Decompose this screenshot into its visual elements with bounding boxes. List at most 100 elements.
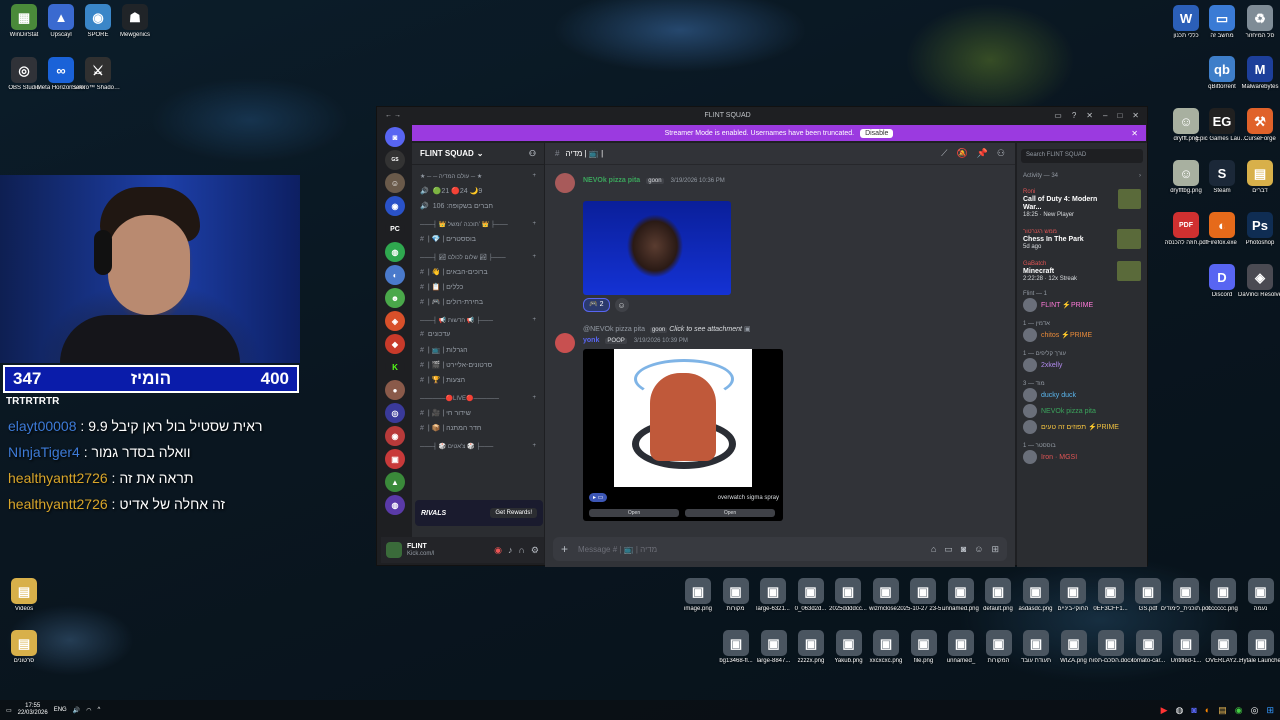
members-icon[interactable]: ⚇ xyxy=(997,148,1005,159)
gift-icon[interactable]: ⌂ xyxy=(931,544,936,555)
channel-item[interactable]: # עדכונים xyxy=(412,327,544,342)
message-image[interactable] xyxy=(583,201,731,295)
threads-icon[interactable]: ⟋ xyxy=(941,148,947,159)
server-icon[interactable]: ◍ xyxy=(385,495,405,515)
server-icon[interactable]: ◐ xyxy=(385,265,405,285)
desktop-icon[interactable]: M Malwarebytes xyxy=(1234,56,1280,91)
add-channel-icon[interactable]: + xyxy=(532,317,536,323)
message-avatar[interactable] xyxy=(555,333,575,353)
server-icon[interactable]: ◍ xyxy=(385,242,405,262)
clock[interactable]: 17:55 22/03/2026 xyxy=(18,703,48,717)
desktop-icon[interactable]: ▤ Videos xyxy=(0,578,50,613)
embed-control[interactable]: ▸ ▭ xyxy=(589,493,608,502)
channel-item[interactable]: # | 🎥 | שידור חי xyxy=(412,405,544,420)
steam-icon[interactable]: ◍ xyxy=(1175,705,1183,716)
channel-category[interactable]: ★ ─ ─ עולם המדיה ─ ★ + xyxy=(412,169,544,183)
add-channel-icon[interactable]: + xyxy=(532,221,536,227)
reaction-chip[interactable]: 🎮 2 xyxy=(583,298,610,312)
mic-icon[interactable]: ♪ xyxy=(508,545,513,556)
message-author[interactable]: NEVOk pizza pita xyxy=(583,177,640,184)
files-icon[interactable]: ▤ xyxy=(1218,705,1227,716)
search-input[interactable]: Search FLINT SQUAD xyxy=(1021,149,1143,163)
minimize-button[interactable]: – xyxy=(1103,111,1107,120)
channel-item[interactable]: # | 🏆 | הצעות xyxy=(412,372,544,387)
server-icon[interactable]: ◉ xyxy=(385,426,405,446)
desktop-icon[interactable]: ▤ סרטונים xyxy=(0,630,50,665)
server-header[interactable]: FLINT SQUAD ⌄ ⚇ xyxy=(412,143,544,165)
channel-category[interactable]: ───┤ 👑 תוכנה 'ומשל' 👑 ├─── + xyxy=(412,217,544,231)
server-icon[interactable]: ▲ xyxy=(385,472,405,492)
server-icon[interactable]: PC xyxy=(385,219,405,239)
desktop-icon[interactable]: ▣ Hytale Launcher xyxy=(1235,630,1280,665)
message-composer[interactable]: + Message # | 📺 | מדיה ⌂ ▭ ◙ ☺ ⊞ xyxy=(553,537,1007,561)
add-reaction-icon[interactable]: ☺ xyxy=(614,298,629,312)
server-icon[interactable]: ◉ xyxy=(385,196,405,216)
channel-item[interactable]: # | 📋 | כללים xyxy=(412,279,544,294)
member-item[interactable]: chitos ⚡PRIME xyxy=(1017,327,1147,343)
channel-category[interactable]: ───┤ 🎲 צ'אטים 🎲 ├─── + xyxy=(412,439,544,453)
sticker-icon[interactable]: ◙ xyxy=(961,544,966,555)
wifi-icon[interactable]: ◠ xyxy=(86,707,91,714)
reply-reference[interactable]: @NEVOk pizza pita goon Click to see atta… xyxy=(583,325,751,333)
channel-item[interactable]: # | 💎 | בוססטרים xyxy=(412,231,544,246)
rivals-promo-card[interactable]: RIVALS Get Rewards! xyxy=(415,500,543,526)
back-icon[interactable]: ← → xyxy=(385,112,401,119)
desktop-icon[interactable]: Ps Photoshop xyxy=(1234,212,1280,247)
channel-item[interactable]: # | 📦 | חדר המתנה xyxy=(412,420,544,435)
server-icon[interactable]: GS xyxy=(385,150,405,170)
activity-header[interactable]: Activity — 34 › xyxy=(1017,173,1147,179)
server-icon[interactable]: ◆ xyxy=(385,334,405,354)
desktop-icon[interactable]: ▤ דברים xyxy=(1234,160,1280,195)
add-channel-icon[interactable]: + xyxy=(532,254,536,260)
channel-item[interactable]: 🔊 🟢21 🔴24 🌙9 xyxy=(412,183,544,198)
channel-category[interactable]: ──────🔴LIVE🔴────── + xyxy=(412,391,544,405)
server-icon[interactable]: ☺ xyxy=(385,173,405,193)
channel-item[interactable]: # | 🎮 | בחירת-רולים xyxy=(412,294,544,309)
disable-button[interactable]: Disable xyxy=(860,128,894,138)
gear-icon[interactable]: ⚙ xyxy=(531,545,539,556)
pin-icon[interactable]: 📌 xyxy=(977,148,988,159)
channel-category[interactable]: ───┤ 📢 חדשות 📢 ├─── + xyxy=(412,313,544,327)
add-member-icon[interactable]: ⚇ xyxy=(529,149,536,158)
channel-item[interactable]: 🔊 חברים בשקופה: 106 xyxy=(412,198,544,213)
activity-item[interactable]: ממש רגנרטור Chess In The Park 5d ago xyxy=(1017,229,1147,251)
member-item[interactable]: 2xkelly xyxy=(1017,357,1147,373)
embed-image[interactable]: ▸ ▭ overwatch sigma spray Open Open xyxy=(583,349,783,521)
member-item[interactable]: תפוזים זה טעים ⚡PRIME xyxy=(1017,419,1147,435)
chevron-up-icon[interactable]: ^ xyxy=(97,707,100,713)
desktop-icon[interactable]: ◈ DaVinci Resolve xyxy=(1234,264,1280,299)
server-icon[interactable]: ◈ xyxy=(385,311,405,331)
desktop-icon[interactable]: ⚔ Sekiro™ Shadows D... xyxy=(72,57,124,92)
desktop-icon[interactable]: ♻ סל המיחזור xyxy=(1234,5,1280,40)
channel-item[interactable]: # | 👋 | ברוכים-הבאים xyxy=(412,264,544,279)
add-channel-icon[interactable]: + xyxy=(532,395,536,401)
member-item[interactable]: FLINT ⚡PRIME xyxy=(1017,297,1147,313)
windows-icon[interactable]: ⊞ xyxy=(1266,705,1274,716)
chrome-icon[interactable]: ◉ xyxy=(1235,705,1243,716)
desktop-icon[interactable]: ☗ Mewgenics xyxy=(109,4,161,39)
obs-icon[interactable]: ◎ xyxy=(1251,705,1259,716)
help-icon[interactable]: ? xyxy=(1072,111,1076,120)
home-server-icon[interactable]: ◙ xyxy=(385,127,405,147)
discord-icon[interactable]: ◙ xyxy=(1191,705,1196,716)
banner-close-icon[interactable]: ✕ xyxy=(1131,129,1138,138)
language-indicator[interactable]: ENG xyxy=(54,707,67,713)
member-item[interactable]: Iron · MGSI xyxy=(1017,449,1147,465)
close-button[interactable]: ✕ xyxy=(1132,111,1139,120)
desktop-icon[interactable]: ⚒ CurseForge xyxy=(1234,108,1280,143)
embed-button[interactable]: Open xyxy=(589,509,679,517)
channel-item[interactable]: # | 🎬 | סרטונים-אליירט xyxy=(412,357,544,372)
gif-icon[interactable]: ▭ xyxy=(944,544,953,555)
server-icon[interactable]: ● xyxy=(385,380,405,400)
get-rewards-button[interactable]: Get Rewards! xyxy=(490,508,537,518)
server-icon[interactable]: ◎ xyxy=(385,403,405,423)
volume-icon[interactable]: 🔊 xyxy=(73,707,80,714)
member-item[interactable]: ducky duck xyxy=(1017,387,1147,403)
headphones-icon[interactable]: ∩ xyxy=(518,545,524,556)
gamepad-icon[interactable]: ◉ xyxy=(494,545,502,556)
add-channel-icon[interactable]: + xyxy=(532,443,536,449)
notification-icon[interactable]: ▭ xyxy=(6,707,12,714)
desktop-icon[interactable]: ▣ נעמה xyxy=(1235,578,1280,613)
activity-item[interactable]: GaBatch Minecraft 2:22:28 · 12x Streak xyxy=(1017,261,1147,283)
server-icon[interactable]: ▣ xyxy=(385,449,405,469)
